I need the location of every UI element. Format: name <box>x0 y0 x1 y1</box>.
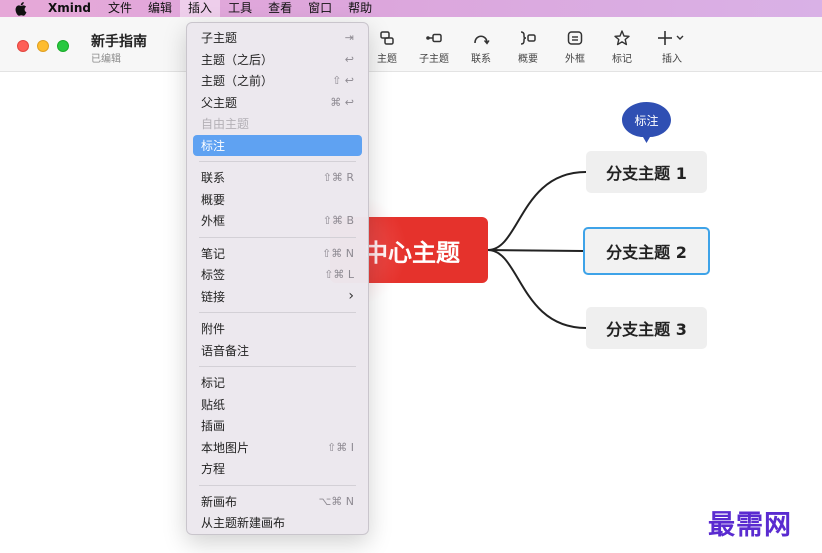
star-icon <box>614 30 630 46</box>
menu-item-topic-after[interactable]: 主题（之后） ↩ <box>193 49 362 71</box>
menu-file[interactable]: 文件 <box>100 0 140 17</box>
toolbar-subtopic-button[interactable]: 子主题 <box>412 29 456 65</box>
menu-item-parent-topic[interactable]: 父主题 ⌘ ↩ <box>193 92 362 114</box>
topic-icon <box>380 31 394 45</box>
apple-logo-icon[interactable] <box>12 0 30 17</box>
chevron-right-icon: › <box>348 288 354 305</box>
document-title: 新手指南 <box>91 34 147 50</box>
menu-tools[interactable]: 工具 <box>220 0 260 17</box>
menu-item-labels[interactable]: 标签 ⇧⌘ L <box>193 264 362 286</box>
menu-separator <box>199 366 356 367</box>
toolbar-relationship-button[interactable]: 联系 <box>459 29 503 65</box>
toolbar-insert-label: 插入 <box>662 54 682 65</box>
menu-bar: Xmind 文件 编辑 插入 工具 查看 窗口 帮助 <box>0 0 822 17</box>
callout-topic[interactable]: 标注 <box>620 100 673 140</box>
toolbar-marker-button[interactable]: 标记 <box>600 29 644 65</box>
minimize-window-button[interactable] <box>37 40 49 52</box>
menu-window[interactable]: 窗口 <box>300 0 340 17</box>
branch-topic-2-selected[interactable]: 分支主题 2 <box>583 227 710 275</box>
toolbar-summary-button[interactable]: 概要 <box>506 29 550 65</box>
branch-topic-1[interactable]: 分支主题 1 <box>586 151 707 193</box>
menu-item-sticker[interactable]: 贴纸 <box>193 394 362 416</box>
menu-item-callout[interactable]: 标注 <box>193 134 362 156</box>
menu-separator <box>199 161 356 162</box>
menu-item-link[interactable]: 链接 › <box>193 286 362 308</box>
toolbar-boundary-button[interactable]: 外框 <box>553 29 597 65</box>
insert-menu-dropdown: 子主题 ⇥ 主题（之后） ↩ 主题（之前） ⇧ ↩ 父主题 ⌘ ↩ 自由主题 标注 联系… <box>186 22 369 535</box>
boundary-icon <box>567 31 583 45</box>
menu-separator <box>199 312 356 313</box>
summary-icon <box>520 31 536 45</box>
menu-item-boundary[interactable]: 外框 ⇧⌘ B <box>193 210 362 232</box>
menu-item-attachment[interactable]: 附件 <box>193 318 362 340</box>
menu-edit[interactable]: 编辑 <box>140 0 180 17</box>
toolbar-topic-button[interactable]: 主题 <box>365 29 409 65</box>
menu-item-equation[interactable]: 方程 <box>193 458 362 480</box>
subtopic-icon <box>426 33 442 43</box>
menu-separator <box>199 484 356 486</box>
menu-separator <box>199 236 356 238</box>
menu-item-topic-before[interactable]: 主题（之前） ⇧ ↩ <box>193 70 362 92</box>
menu-view[interactable]: 查看 <box>260 0 300 17</box>
menu-item-subtopic[interactable]: 子主题 ⇥ <box>193 27 362 49</box>
document-status: 已编辑 <box>91 54 121 65</box>
menu-item-local-image[interactable]: 本地图片 ⇧⌘ I <box>193 437 362 459</box>
toolbar-boundary-label: 外框 <box>565 54 585 65</box>
window-toolbar: 新手指南 已编辑 主题 子主题 联系 概要 外框 标记 插入 <box>0 17 822 72</box>
menu-item-audio-note[interactable]: 语音备注 <box>193 340 362 362</box>
zoom-window-button[interactable] <box>57 40 69 52</box>
menu-app-xmind[interactable]: Xmind <box>30 0 100 17</box>
watermark-text: 最需网 <box>708 510 792 541</box>
menu-insert[interactable]: 插入 <box>180 0 221 17</box>
branch-topic-3[interactable]: 分支主题 3 <box>586 307 707 349</box>
toolbar-topic-label: 主题 <box>377 54 397 65</box>
menu-item-floating-topic: 自由主题 <box>201 117 250 132</box>
toolbar-marker-label: 标记 <box>612 54 632 65</box>
menu-item-relationship[interactable]: 联系 ⇧⌘ R <box>193 167 362 189</box>
menu-item-illustration[interactable]: 插画 <box>193 415 362 437</box>
close-window-button[interactable] <box>17 40 29 52</box>
toolbar-summary-label: 概要 <box>518 54 538 65</box>
menu-help[interactable]: 帮助 <box>340 0 380 17</box>
mindmap-canvas[interactable]: 中心主题 分支主题 1 分支主题 2 分支主题 3 标注 <box>0 72 822 553</box>
menu-item-new-sheet-from-topic[interactable]: 从主题新建画布 <box>193 512 362 534</box>
menu-item-marker[interactable]: 标记 <box>193 372 362 394</box>
menu-item-summary[interactable]: 概要 <box>193 189 362 211</box>
plus-icon <box>658 31 684 45</box>
menu-item-new-sheet[interactable]: 新画布 ⌥⌘ N <box>193 491 362 513</box>
relationship-icon <box>474 35 490 45</box>
toolbar-insert-button[interactable]: 插入 <box>650 29 694 65</box>
toolbar-relationship-label: 联系 <box>471 54 491 65</box>
toolbar-subtopic-label: 子主题 <box>419 54 449 65</box>
menu-item-notes[interactable]: 笔记 ⇧⌘ N <box>193 243 362 265</box>
